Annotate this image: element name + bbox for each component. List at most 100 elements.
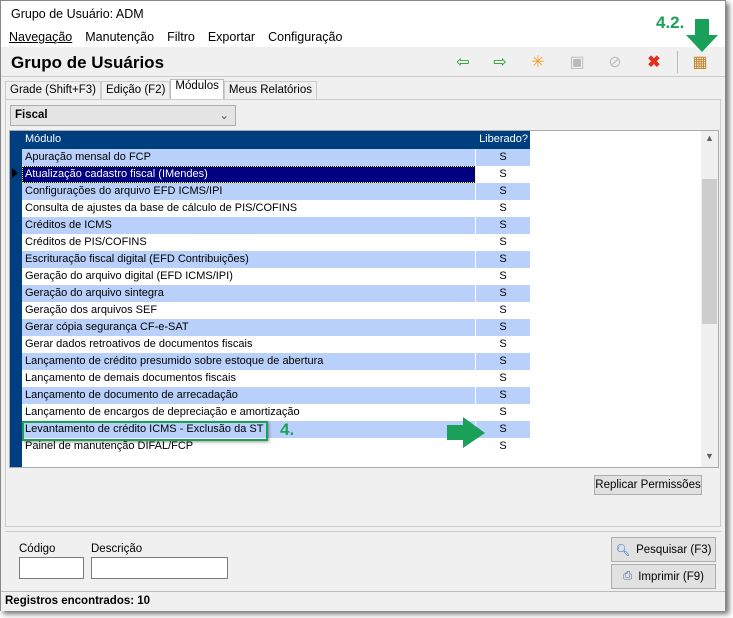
cell-modulo[interactable]: Lançamento de demais documentos fiscais — [22, 370, 476, 387]
table-row[interactable]: Lançamento de demais documentos fiscais S — [22, 370, 530, 387]
cell-modulo[interactable]: Créditos de ICMS — [22, 217, 476, 234]
cell-modulo[interactable]: Escrituração fiscal digital (EFD Contrib… — [22, 251, 476, 268]
table-row[interactable]: Geração dos arquivos SEF S — [22, 302, 530, 319]
replicar-permissoes-button[interactable]: Replicar Permissões — [594, 475, 702, 495]
cell-liberado[interactable]: S — [476, 302, 530, 319]
filter-area: Código Descrição 🔍︎ Pesquisar (F3) ⎙ Imp… — [5, 531, 721, 591]
modules-grid: Módulo Liberado? Apuração mensal do FCP S… — [9, 130, 719, 468]
menu-bar: Navegação Manutenção Filtro Exportar Con… — [1, 27, 725, 47]
toolbar-separator — [677, 51, 678, 73]
window: Grupo de Usuário: ADM Navegação Manutenç… — [0, 0, 726, 611]
cancel-icon[interactable]: ⊘ — [604, 52, 626, 72]
printer-icon: ⎙ — [623, 570, 633, 582]
cell-liberado[interactable]: S — [476, 200, 530, 217]
modulos-panel: Fiscal ⌄ Módulo Liberado? Apuração mensa… — [5, 99, 721, 527]
page-title: Grupo de Usuários — [11, 53, 165, 72]
tab-meus-relatorios[interactable]: Meus Relatórios — [223, 81, 317, 100]
cell-modulo[interactable]: Lançamento de documento de arrecadação — [22, 387, 476, 404]
annotation-arrow-right-icon — [447, 417, 485, 448]
cell-liberado[interactable]: S — [476, 336, 530, 353]
menu-navegacao[interactable]: Navegação — [9, 30, 72, 47]
table-row[interactable]: Atualização cadastro fiscal (IMendes) S — [22, 166, 530, 183]
module-select-value: Fiscal — [15, 109, 48, 121]
table-row[interactable]: Consulta de ajustes da base de cálculo d… — [22, 200, 530, 217]
table-row[interactable]: Geração do arquivo sintegra S — [22, 285, 530, 302]
module-select[interactable]: Fiscal ⌄ — [10, 105, 236, 126]
descricao-input[interactable] — [91, 557, 228, 579]
imprimir-button[interactable]: ⎙ Imprimir (F9) — [611, 564, 716, 589]
row-indicator-column — [10, 131, 22, 467]
cell-liberado[interactable]: S — [476, 149, 530, 166]
cell-liberado[interactable]: S — [476, 166, 530, 183]
cell-liberado[interactable]: S — [476, 217, 530, 234]
table-row[interactable]: Configurações do arquivo EFD ICMS/IPI S — [22, 183, 530, 200]
menu-exportar[interactable]: Exportar — [208, 30, 255, 47]
cell-liberado[interactable]: S — [476, 285, 530, 302]
descricao-label: Descrição — [91, 543, 143, 555]
cell-modulo[interactable]: Geração do arquivo digital (EFD ICMS/IPI… — [22, 268, 476, 285]
codigo-input[interactable] — [19, 557, 84, 579]
new-icon[interactable]: ✳ — [527, 52, 549, 72]
menu-filtro[interactable]: Filtro — [167, 30, 195, 47]
cell-modulo[interactable]: Gerar dados retroativos de documentos fi… — [22, 336, 476, 353]
menu-configuracao[interactable]: Configuração — [268, 30, 342, 47]
table-row[interactable]: Créditos de PIS/COFINS S — [22, 234, 530, 251]
pesquisar-label: Pesquisar (F3) — [636, 543, 712, 556]
status-bar: Registros encontrados: 10 — [1, 591, 725, 611]
codigo-label: Código — [19, 543, 56, 555]
cell-modulo[interactable]: Configurações do arquivo EFD ICMS/IPI — [22, 183, 476, 200]
annotation-step-4-2: 4.2. — [656, 13, 685, 32]
cell-liberado[interactable]: S — [476, 234, 530, 251]
cell-liberado[interactable]: S — [476, 268, 530, 285]
window-title: Grupo de Usuário: ADM — [1, 1, 725, 27]
cell-modulo[interactable]: Geração do arquivo sintegra — [22, 285, 476, 302]
arrow-right-icon[interactable]: ⇨ — [489, 52, 511, 72]
cell-liberado[interactable]: S — [476, 370, 530, 387]
cell-modulo[interactable]: Créditos de PIS/COFINS — [22, 234, 476, 251]
cell-liberado[interactable]: S — [476, 183, 530, 200]
scroll-up-icon[interactable]: ▲ — [701, 133, 718, 149]
column-header-liberado[interactable]: Liberado? — [476, 131, 530, 149]
scrollbar-thumb[interactable] — [702, 179, 717, 324]
column-header-modulo[interactable]: Módulo — [22, 131, 476, 149]
pesquisar-button[interactable]: 🔍︎ Pesquisar (F3) — [611, 537, 716, 562]
cell-modulo[interactable]: Gerar cópia segurança CF-e-SAT — [22, 319, 476, 336]
current-row-pointer-icon — [12, 168, 18, 178]
tab-modulos[interactable]: Módulos — [170, 79, 224, 100]
tab-grade[interactable]: Grade (Shift+F3) — [5, 81, 101, 100]
table-row[interactable]: Créditos de ICMS S — [22, 217, 530, 234]
cell-liberado[interactable]: S — [476, 353, 530, 370]
table-row[interactable]: Gerar dados retroativos de documentos fi… — [22, 336, 530, 353]
arrow-left-icon[interactable]: ⇦ — [452, 52, 474, 72]
cell-modulo[interactable]: Consulta de ajustes da base de cálculo d… — [22, 200, 476, 217]
annotation-step-4: 4. — [280, 420, 295, 439]
cell-modulo[interactable]: Lançamento de encargos de depreciação e … — [22, 404, 476, 421]
exit-icon[interactable]: ▦ — [689, 52, 711, 72]
grid-header: Módulo Liberado? — [22, 131, 530, 149]
cell-liberado[interactable]: S — [476, 251, 530, 268]
save-icon[interactable]: ▣ — [566, 52, 588, 72]
table-row[interactable]: Gerar cópia segurança CF-e-SAT S — [22, 319, 530, 336]
table-row[interactable]: Lançamento de crédito presumido sobre es… — [22, 353, 530, 370]
annotation-highlight-box — [22, 421, 268, 441]
table-row[interactable]: Apuração mensal do FCP S — [22, 149, 530, 166]
cell-modulo[interactable]: Atualização cadastro fiscal (IMendes) — [22, 166, 476, 183]
vertical-scrollbar[interactable]: ▲ ▼ — [701, 131, 718, 467]
cell-modulo[interactable]: Lançamento de crédito presumido sobre es… — [22, 353, 476, 370]
annotation-arrow-down-icon — [686, 19, 718, 52]
table-row[interactable]: Escrituração fiscal digital (EFD Contrib… — [22, 251, 530, 268]
table-row[interactable]: Lançamento de documento de arrecadação S — [22, 387, 530, 404]
cell-liberado[interactable]: S — [476, 319, 530, 336]
delete-icon[interactable]: ✖ — [643, 52, 665, 72]
menu-manutencao[interactable]: Manutenção — [85, 30, 154, 47]
table-row[interactable]: Geração do arquivo digital (EFD ICMS/IPI… — [22, 268, 530, 285]
tab-edicao[interactable]: Edição (F2) — [100, 81, 171, 100]
imprimir-label: Imprimir (F9) — [638, 570, 704, 583]
chevron-down-icon: ⌄ — [219, 110, 229, 122]
grid-rows: Apuração mensal do FCP S Atualização cadas… — [22, 149, 530, 455]
cell-liberado[interactable]: S — [476, 387, 530, 404]
cell-modulo[interactable]: Apuração mensal do FCP — [22, 149, 476, 166]
scroll-down-icon[interactable]: ▼ — [701, 451, 718, 467]
search-icon: 🔍︎ — [615, 544, 631, 557]
cell-modulo[interactable]: Geração dos arquivos SEF — [22, 302, 476, 319]
